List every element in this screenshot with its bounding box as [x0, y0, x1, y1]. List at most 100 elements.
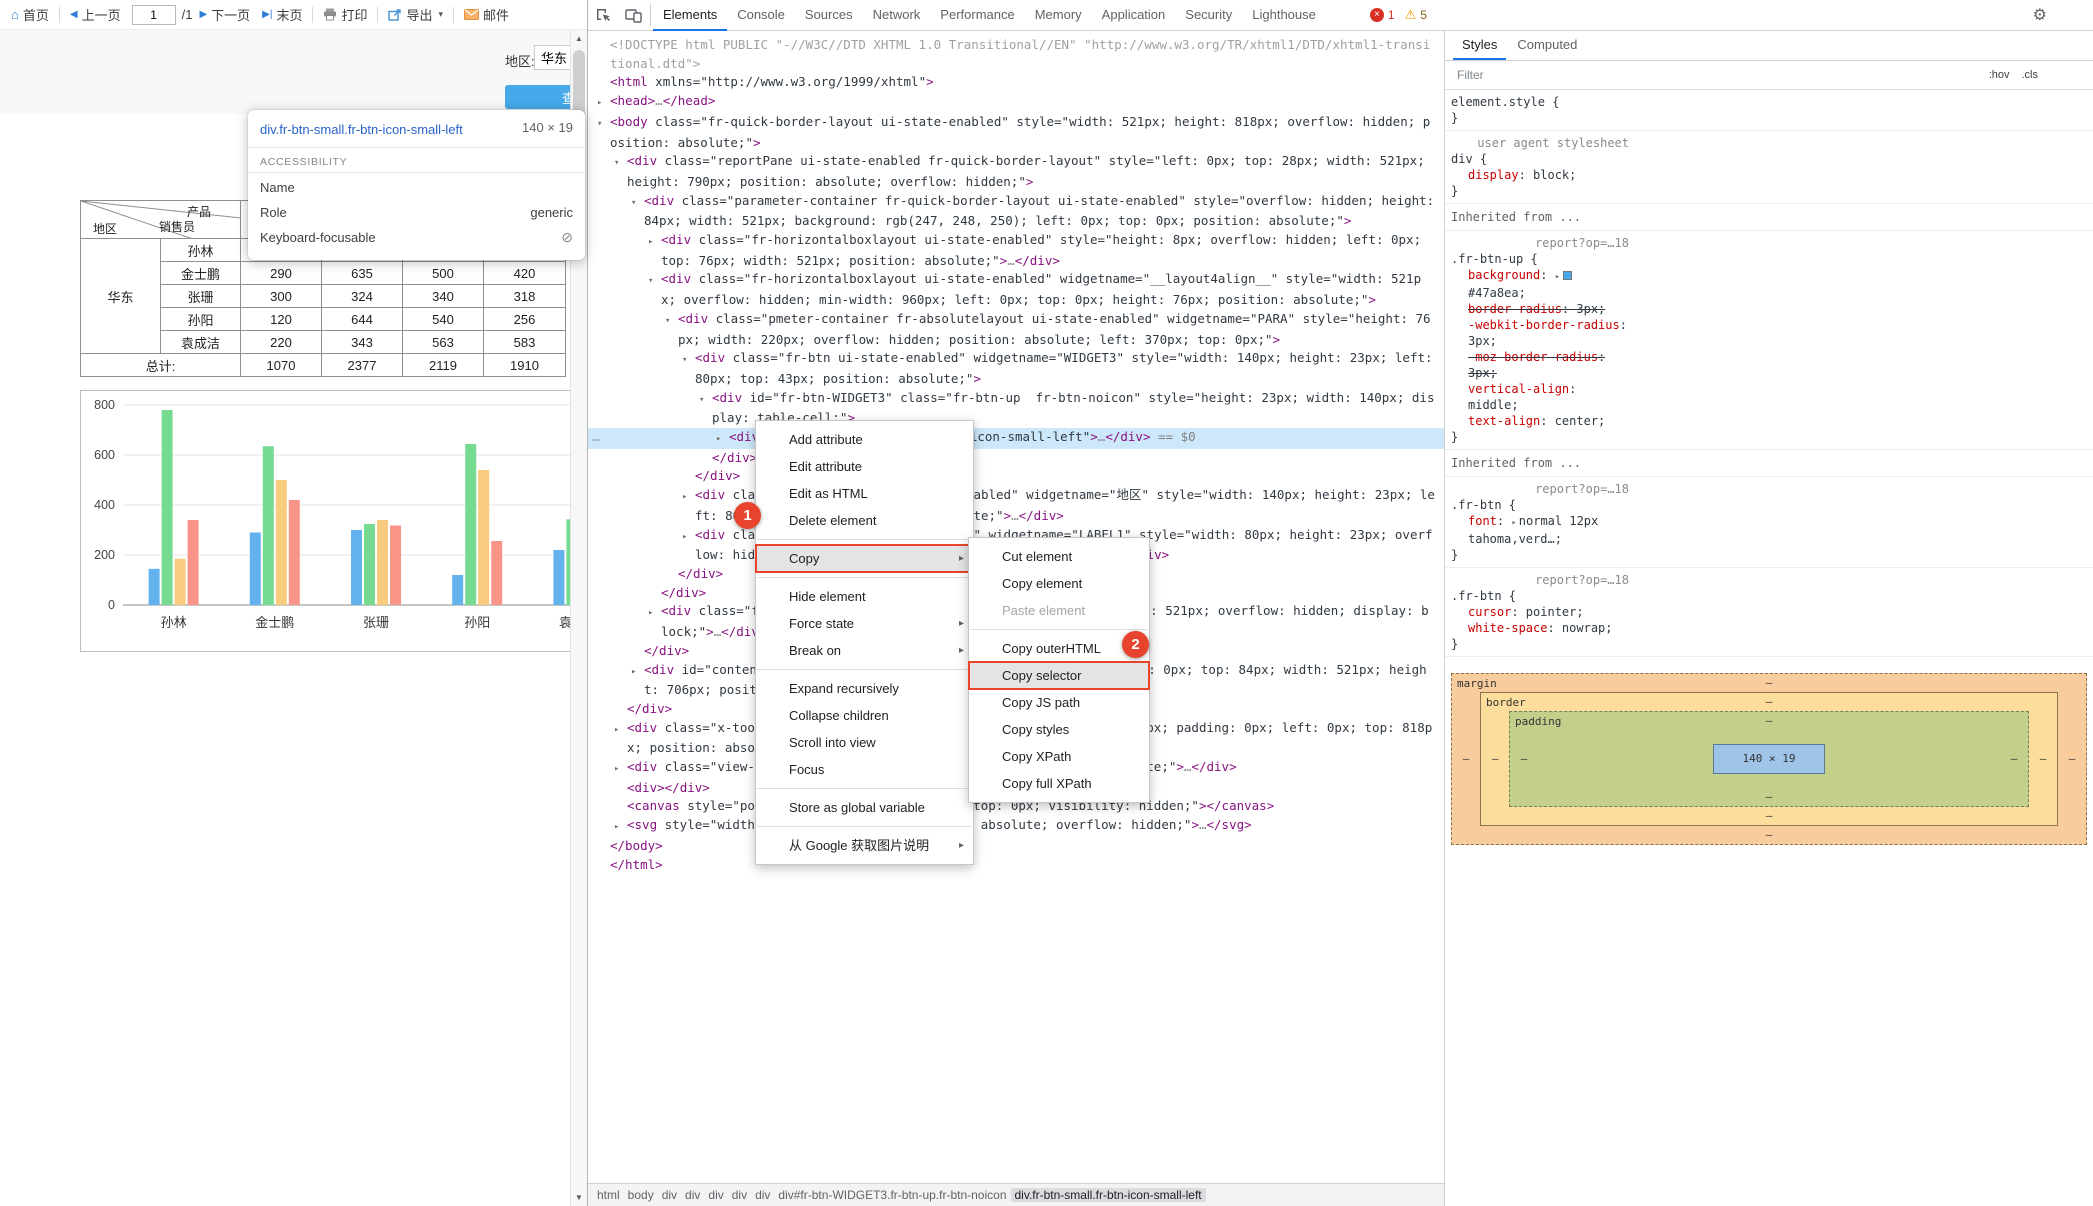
dom-node-line[interactable]: ▾<div class="fr-horizontalboxlayout ui-s… [588, 270, 1444, 309]
dom-node-line[interactable]: ▾<div class="fr-btn ui-state-enabled" wi… [588, 349, 1444, 388]
dom-node-line[interactable]: ▾<div class="pmeter-container fr-absolut… [588, 310, 1444, 349]
expand-arrow-icon[interactable]: ▸ [1555, 272, 1560, 282]
rule-selector[interactable]: .fr-btn-up { [1451, 251, 1629, 267]
devtools-tab-console[interactable]: Console [727, 0, 795, 31]
dom-node-line[interactable]: </body> [588, 837, 1444, 856]
css-declaration[interactable]: display: block; [1451, 167, 1629, 183]
collapsed-arrow-icon[interactable]: ▸ [648, 233, 661, 252]
style-rule[interactable]: element.style {} [1445, 90, 2093, 131]
menu-item[interactable]: Break on▸ [756, 637, 973, 664]
css-declaration[interactable]: -webkit-border-radius: 3px; [1451, 317, 1629, 349]
dom-node-line[interactable]: ▾<div class="parameter-container fr-quic… [588, 192, 1444, 231]
collapsed-arrow-icon[interactable]: ▸ [631, 663, 644, 682]
menu-item[interactable]: Edit as HTML [756, 480, 973, 507]
collapsed-arrow-icon[interactable]: ▸ [682, 488, 695, 507]
styles-tab-styles[interactable]: Styles [1453, 31, 1506, 60]
inspect-element-button[interactable] [588, 0, 618, 30]
dom-node-line[interactable]: <!DOCTYPE html PUBLIC "-//W3C//DTD XHTML… [588, 36, 1444, 73]
stylesheet-link[interactable]: report?op=…18 [1451, 235, 1629, 251]
dom-node-line[interactable]: ▾<body class="fr-quick-border-layout ui-… [588, 113, 1444, 152]
style-rule[interactable]: user agent stylesheetdiv {display: block… [1445, 131, 2093, 204]
scroll-up-icon[interactable]: ▲ [571, 30, 587, 47]
devtools-tab-lighthouse[interactable]: Lighthouse [1242, 0, 1326, 31]
style-rule[interactable]: report?op=…18.fr-btn {cursor: pointer;wh… [1445, 568, 2093, 657]
menu-item[interactable]: Edit attribute [756, 453, 973, 480]
css-declaration[interactable]: vertical-align: middle; [1451, 381, 1629, 413]
print-button[interactable]: 打印 [318, 3, 372, 26]
menu-item[interactable]: Focus [756, 756, 973, 783]
rule-selector[interactable]: div { [1451, 151, 1629, 167]
devtools-tab-network[interactable]: Network [863, 0, 931, 31]
style-rule[interactable]: report?op=…18.fr-btn {font: ▸normal 12px… [1445, 477, 2093, 568]
menu-item[interactable]: Delete element [756, 507, 973, 534]
menu-item[interactable]: Add attribute [756, 426, 973, 453]
breadcrumb-item[interactable]: div [751, 1188, 774, 1202]
device-toolbar-button[interactable] [618, 0, 648, 30]
dom-node-line[interactable]: </div> [588, 449, 1444, 468]
prev-page-button[interactable]: ◀ 上一页 [65, 3, 126, 26]
expanded-arrow-icon[interactable]: ▾ [699, 391, 712, 410]
breadcrumb-item[interactable]: div [704, 1188, 727, 1202]
dom-node-line[interactable]: </html> [588, 856, 1444, 875]
dom-node-line[interactable]: ▸<head>…</head> [588, 92, 1444, 113]
devtools-tab-memory[interactable]: Memory [1025, 0, 1092, 31]
node-options-dots[interactable]: … [592, 428, 601, 447]
dom-node-line[interactable]: <html xmlns="http://www.w3.org/1999/xhtm… [588, 73, 1444, 92]
menu-item[interactable]: Copy styles [969, 716, 1149, 743]
breadcrumb-item[interactable]: div.fr-btn-small.fr-btn-icon-small-left [1011, 1188, 1206, 1202]
menu-item[interactable]: Copy JS path [969, 689, 1149, 716]
css-declaration[interactable]: font: ▸normal 12px tahoma,verd…; [1451, 513, 1629, 547]
settings-gear-icon[interactable]: ⚙ [2033, 5, 2047, 25]
expanded-arrow-icon[interactable]: ▾ [597, 115, 610, 134]
menu-item[interactable]: Force state▸ [756, 610, 973, 637]
devtools-tab-security[interactable]: Security [1175, 0, 1242, 31]
dom-node-line-selected[interactable]: …▸<div class="fr-btn-small fr-btn-icon-s… [588, 428, 1444, 449]
collapsed-arrow-icon[interactable]: ▸ [614, 818, 627, 837]
dom-node-line[interactable]: ▸<svg style="width: 0px; height: 0px; po… [588, 816, 1444, 837]
collapsed-arrow-icon[interactable]: ▸ [614, 760, 627, 779]
box-model-content[interactable]: 140 × 19 [1713, 744, 1825, 774]
expanded-arrow-icon[interactable]: ▾ [614, 154, 627, 173]
collapsed-arrow-icon[interactable]: ▸ [682, 528, 695, 547]
styles-tab-computed[interactable]: Computed [1508, 31, 1586, 60]
menu-item[interactable]: Cut element [969, 543, 1149, 570]
stylesheet-link[interactable]: report?op=…18 [1451, 572, 1629, 588]
devtools-tab-sources[interactable]: Sources [795, 0, 863, 31]
dom-node-line[interactable]: ▾<div id="fr-btn-WIDGET3" class="fr-btn-… [588, 389, 1444, 428]
breadcrumb-item[interactable]: div [681, 1188, 704, 1202]
menu-item[interactable]: Copy XPath [969, 743, 1149, 770]
dom-node-line[interactable]: ▸<div class="fr-texteditor ui-state-enab… [588, 486, 1444, 525]
dom-node-line[interactable]: ▸<div class="fr-horizontalboxlayout ui-s… [588, 231, 1444, 270]
css-declaration[interactable]: cursor: pointer; [1451, 604, 1629, 620]
collapsed-arrow-icon[interactable]: ▸ [614, 721, 627, 740]
last-page-button[interactable]: ▶| 末页 [257, 3, 307, 26]
next-page-button[interactable]: ▶ 下一页 [194, 3, 255, 26]
menu-item[interactable]: Copy selector [969, 662, 1149, 689]
console-status-badge[interactable]: × 1 ⚠ 5 [1370, 7, 1427, 23]
breadcrumb-item[interactable]: div [728, 1188, 751, 1202]
menu-item[interactable]: Copy full XPath [969, 770, 1149, 797]
breadcrumb-item[interactable]: body [624, 1188, 658, 1202]
expanded-arrow-icon[interactable]: ▾ [682, 351, 695, 370]
styles-filter-input[interactable]: Filter [1457, 68, 1484, 82]
rule-selector[interactable]: .fr-btn { [1451, 497, 1629, 513]
breadcrumb-item[interactable]: html [593, 1188, 624, 1202]
export-button[interactable]: 导出 ▾ [383, 3, 448, 26]
breadcrumb-item[interactable]: div [658, 1188, 681, 1202]
css-declaration[interactable]: -moz-border-radius: 3px; [1451, 349, 1629, 381]
menu-item[interactable]: Store as global variable [756, 794, 973, 821]
hover-state-toggle[interactable]: :hov [1989, 69, 2010, 81]
css-declaration[interactable]: background: ▸#47a8ea; [1451, 267, 1629, 301]
expanded-arrow-icon[interactable]: ▾ [665, 312, 678, 331]
expanded-arrow-icon[interactable]: ▾ [631, 194, 644, 213]
devtools-tab-performance[interactable]: Performance [930, 0, 1024, 31]
menu-item[interactable]: Copy▸ [756, 545, 973, 572]
expanded-arrow-icon[interactable]: ▾ [648, 272, 661, 291]
menu-item[interactable]: Collapse children [756, 702, 973, 729]
style-rule[interactable]: report?op=…18.fr-btn-up {background: ▸#4… [1445, 231, 2093, 450]
color-swatch[interactable] [1563, 271, 1572, 280]
stylesheet-link[interactable]: report?op=…18 [1451, 481, 1629, 497]
page-number-input[interactable] [132, 5, 176, 25]
expand-arrow-icon[interactable]: ▸ [1511, 518, 1516, 528]
scroll-down-icon[interactable]: ▼ [571, 1189, 587, 1206]
